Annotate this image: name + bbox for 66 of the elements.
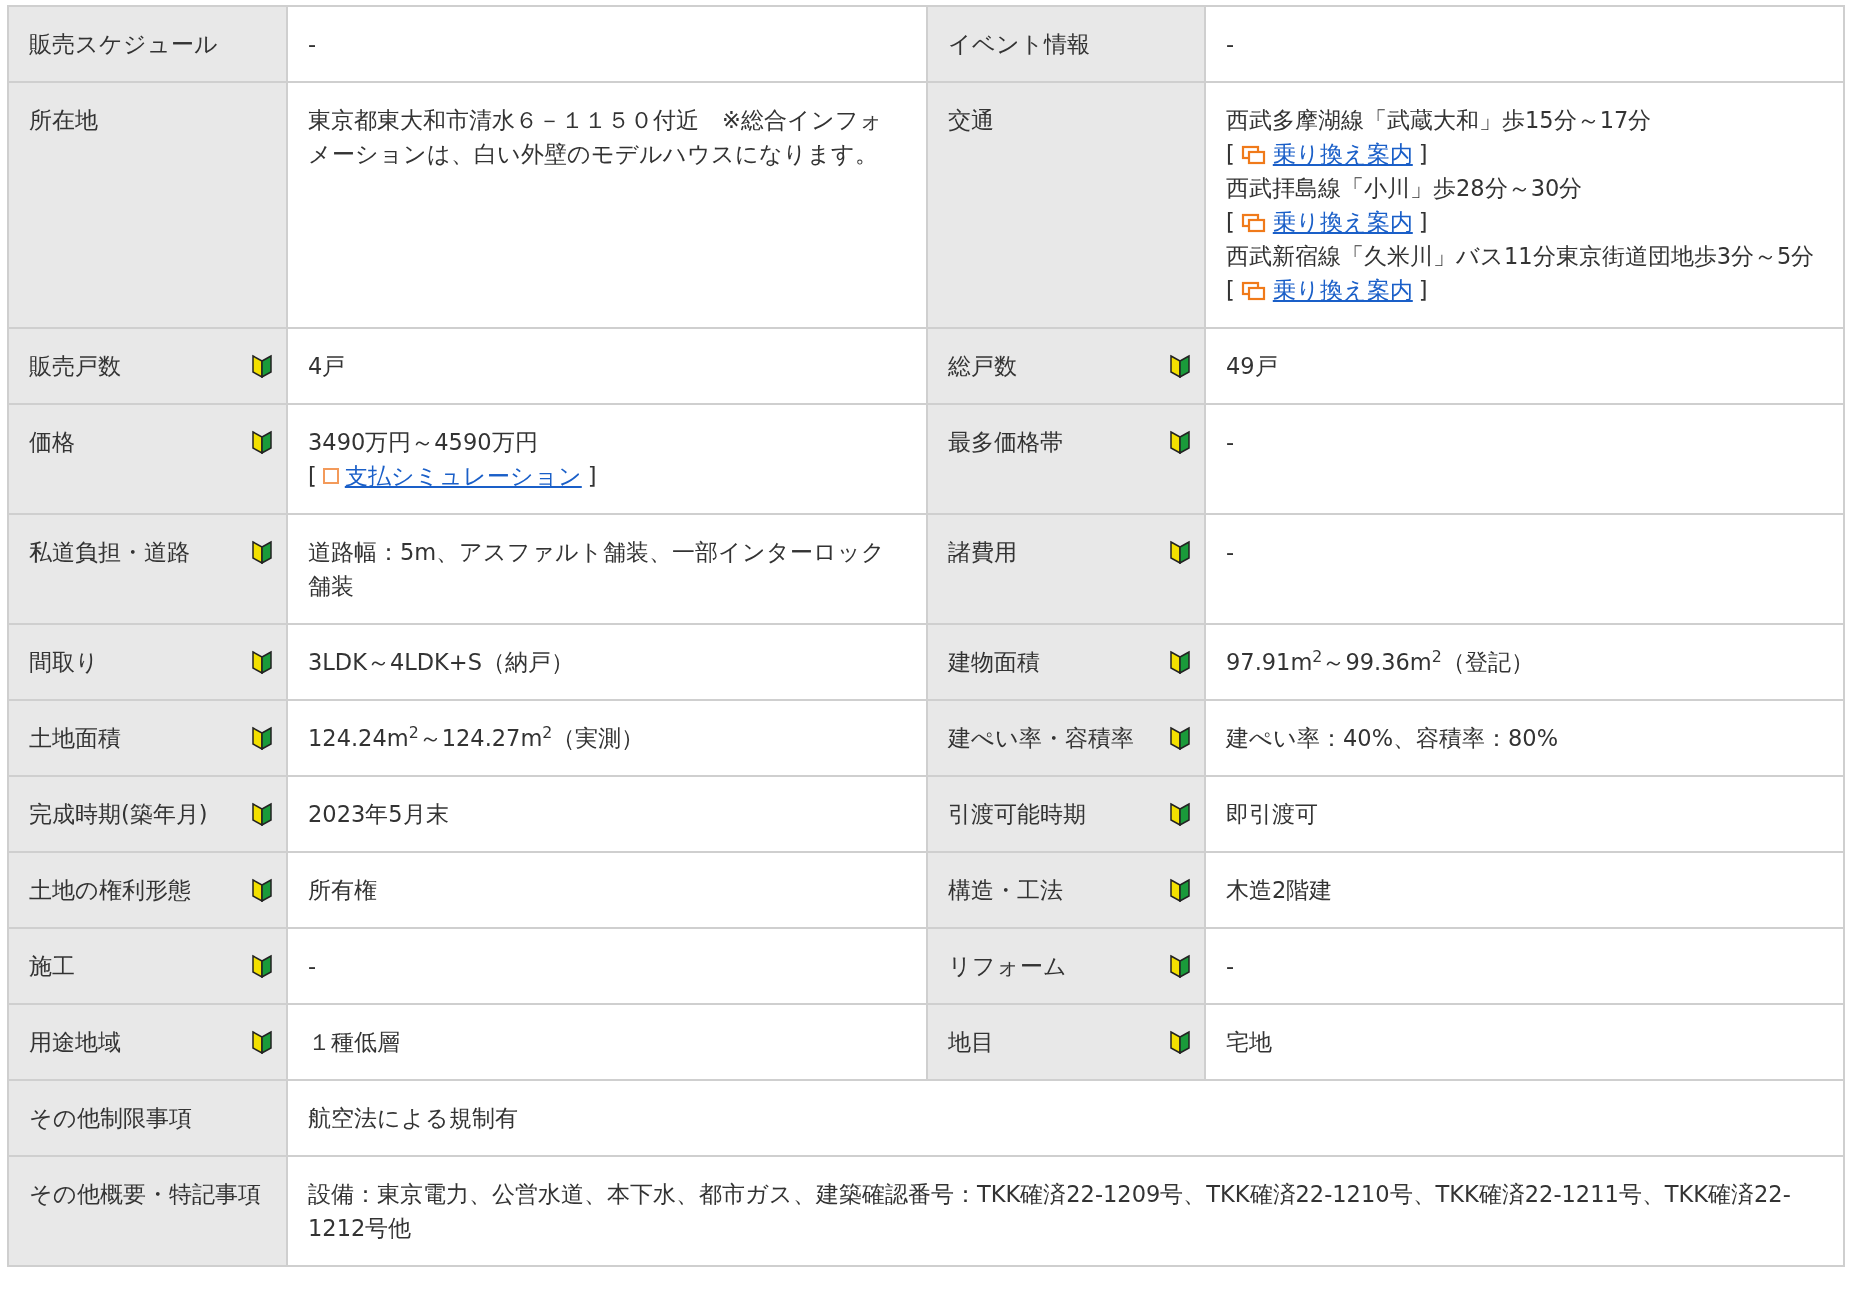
value-text: - (1226, 538, 1235, 567)
field-label: 最多価格帯 (948, 428, 1063, 457)
value-text: 97.91m$^{2}$～99.36m$^{2}$（登記） (1226, 646, 1534, 677)
bracket: ] (1418, 208, 1428, 237)
field-label: 所在地 (29, 106, 98, 135)
bracket: [ (1226, 276, 1235, 305)
bracket: [ (1226, 208, 1235, 237)
field-label: イベント情報 (948, 30, 1090, 59)
value-text: 2023年5月末 (308, 800, 449, 829)
field-label: その他概要・特記事項 (29, 1180, 261, 1209)
transfer-link[interactable]: 乗り換え案内 (1272, 273, 1413, 307)
transfer-link[interactable]: 乗り換え案内 (1272, 137, 1413, 171)
bracket: ] (1418, 276, 1428, 305)
value-text: １種低層 (308, 1028, 400, 1057)
value-text: - (1226, 428, 1235, 457)
field-label: 完成時期(築年月) (29, 800, 208, 829)
field-label: リフォーム (948, 952, 1067, 981)
windows-icon (1240, 279, 1267, 301)
value-text: 4戸 (308, 352, 346, 381)
field-label: 総戸数 (948, 352, 1017, 381)
simulation-link[interactable]: 支払シミュレーション (344, 459, 582, 493)
field-label: 建物面積 (948, 648, 1040, 677)
field-label: 地目 (948, 1028, 994, 1057)
transfer-link[interactable]: 乗り換え案内 (1272, 205, 1413, 239)
value-text: 西武多摩湖線「武蔵大和」歩15分～17分 (1226, 106, 1652, 135)
value-text: 3490万円～4590万円 (308, 428, 538, 457)
field-label: 価格 (29, 428, 75, 457)
field-label: 販売戸数 (29, 352, 121, 381)
value-text: 即引渡可 (1226, 800, 1318, 829)
value-text: 設備：東京電力、公営水道、本下水、都市ガス、建築確認番号：TKK確済22-1209号、TKK確済22-1210号、TKK確済22-1211号、TKK確済22-1212号他 (308, 1180, 1792, 1243)
field-label: 土地面積 (29, 724, 121, 753)
value-text: 124.24m$^{2}$～124.27m$^{2}$（実測） (308, 722, 645, 753)
value-text: - (1226, 30, 1235, 59)
bracket: [ (308, 462, 317, 491)
value-text: 航空法による規制有 (308, 1104, 518, 1133)
field-label: 私道負担・道路 (29, 538, 190, 567)
field-label: 諸費用 (948, 538, 1017, 567)
field-label: 交通 (948, 106, 994, 135)
value-text: 木造2階建 (1226, 876, 1333, 905)
value-text: - (308, 952, 317, 981)
field-label: 構造・工法 (948, 876, 1063, 905)
field-label: 施工 (29, 952, 75, 981)
windows-icon (1240, 211, 1267, 233)
value-text: 西武拝島線「小川」歩28分～30分 (1226, 174, 1583, 203)
value-text: - (1226, 952, 1235, 981)
bracket: ] (587, 462, 597, 491)
value-text: 建ぺい率：40%、容積率：80% (1226, 724, 1559, 753)
value-text: 西武新宿線「久米川」バス11分東京街道団地歩3分～5分 (1226, 242, 1815, 271)
value-text: 所有権 (308, 876, 377, 905)
bracket: [ (1226, 140, 1235, 169)
square-icon (322, 468, 339, 484)
field-label: 販売スケジュール (29, 30, 218, 59)
field-label: 引渡可能時期 (948, 800, 1086, 829)
windows-icon (1240, 143, 1267, 165)
field-label: 建ぺい率・容積率 (948, 724, 1134, 753)
value-text: 東京都東大和市清水６－１１５０付近 ※総合インフォメーションは、白い外壁のモデルハウスになります。 (308, 106, 884, 169)
field-label: その他制限事項 (29, 1104, 192, 1133)
value-text: 道路幅：5m、アスファルト舗装、一部インターロック舗装 (308, 538, 887, 601)
bracket: ] (1418, 140, 1428, 169)
field-label: 土地の権利形態 (29, 876, 191, 905)
value-text: 49戸 (1226, 352, 1278, 381)
value-text: 宅地 (1226, 1028, 1272, 1057)
field-label: 間取り (29, 648, 99, 677)
value-text: 3LDK～4LDK+S（納戸） (308, 648, 574, 677)
value-text: - (308, 30, 317, 59)
field-label: 用途地域 (29, 1028, 121, 1057)
